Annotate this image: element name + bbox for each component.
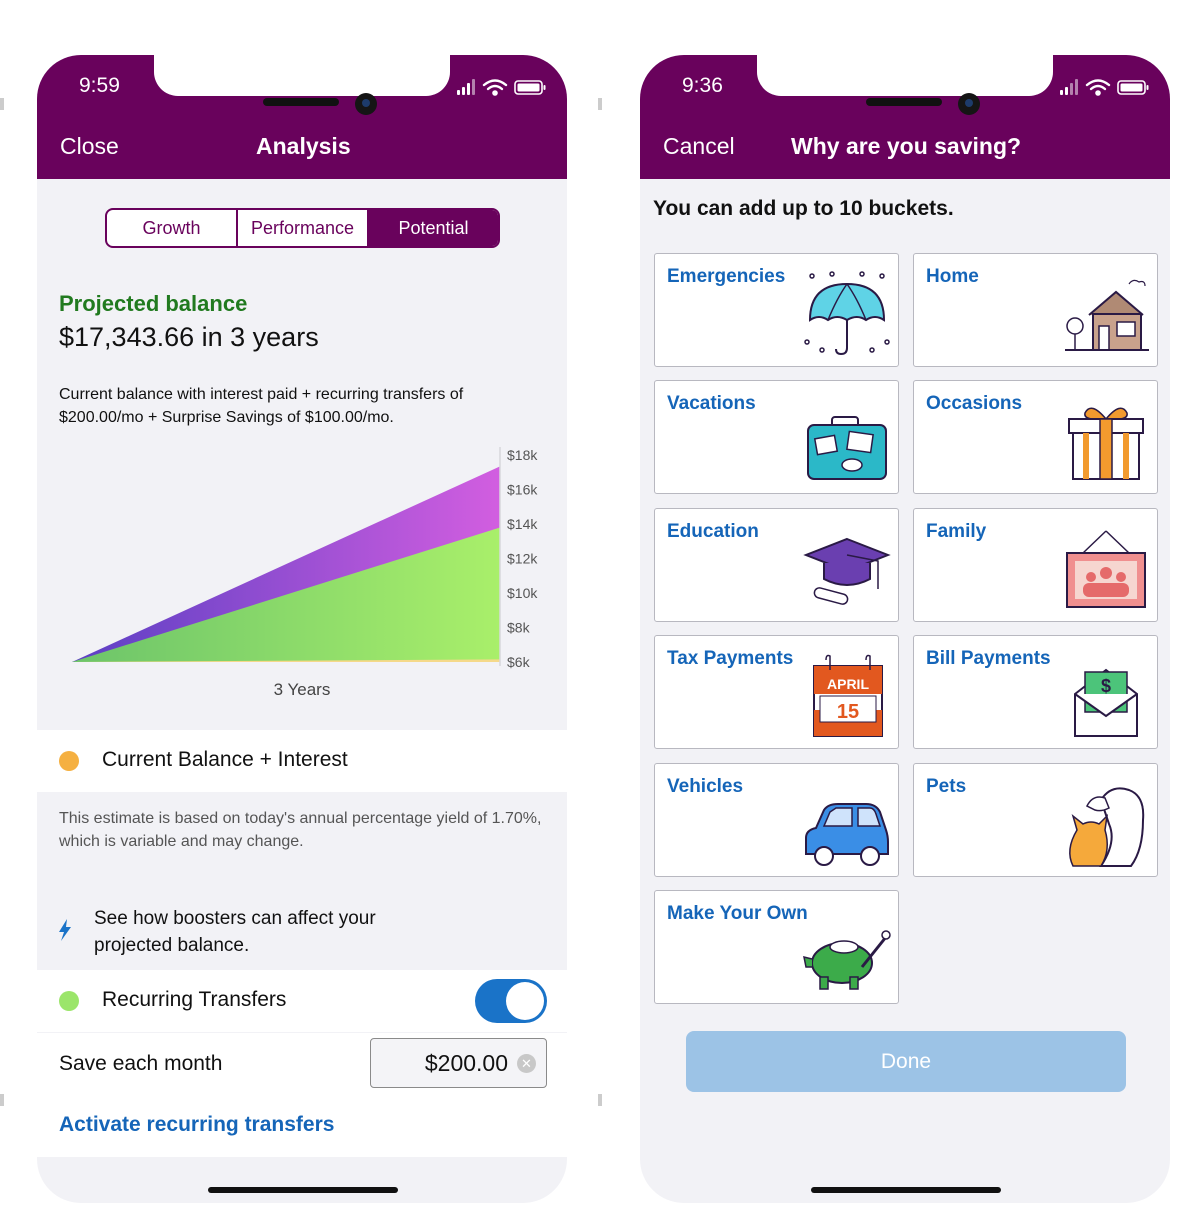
y-tick-label: $8k <box>507 620 531 636</box>
save-each-month-label: Save each month <box>59 1052 223 1075</box>
device-notch <box>757 55 1053 96</box>
boosters-text: See how boosters can affect your project… <box>94 908 376 956</box>
bucket-label: Vacations <box>667 393 756 414</box>
device-notch <box>154 55 450 96</box>
speaker <box>866 98 942 106</box>
svg-text:$: $ <box>1101 676 1111 696</box>
camera <box>355 93 377 115</box>
speaker <box>263 98 339 106</box>
legend-row-current: Current Balance + Interest <box>37 730 567 792</box>
projected-balance-amount: $17,343.66 in 3 years <box>59 322 319 352</box>
recurring-transfers-toggle[interactable] <box>475 979 547 1023</box>
pets-icon <box>1069 787 1145 867</box>
house-icon <box>1065 279 1149 351</box>
projected-balance-label: Projected balance <box>59 291 248 316</box>
home-indicator <box>208 1187 398 1193</box>
y-tick-label: $18k <box>507 447 538 463</box>
bucket-card-occasions[interactable]: Occasions <box>913 380 1158 494</box>
lightning-bolt-icon <box>59 919 71 941</box>
status-time: 9:36 <box>682 74 723 97</box>
cancel-button[interactable]: Cancel <box>663 133 735 160</box>
bucket-label: Bill Payments <box>926 648 1051 669</box>
suitcase-icon <box>807 416 887 480</box>
bucket-card-vacations[interactable]: Vacations <box>654 380 899 494</box>
bucket-card-education[interactable]: Education <box>654 508 899 622</box>
tab-potential[interactable]: Potential <box>367 210 498 246</box>
bucket-card-pets[interactable]: Pets <box>913 763 1158 877</box>
umbrella-icon <box>804 271 890 356</box>
piggy-bank-icon <box>803 930 891 990</box>
recurring-transfers-label: Recurring Transfers <box>102 988 287 1011</box>
bill-envelope-icon: $ <box>1074 668 1138 737</box>
calendar-day: 15 <box>837 701 859 723</box>
bucket-card-vehicles[interactable]: Vehicles <box>654 763 899 877</box>
car-icon <box>805 803 889 866</box>
bucket-card-family[interactable]: Family <box>913 508 1158 622</box>
bucket-label: Pets <box>926 776 967 797</box>
y-tick-label: $10k <box>507 585 538 601</box>
bucket-selection-screen: 9:36 Cancel Why are you saving? You can … <box>640 55 1170 1203</box>
legend-current-label: Current Balance + Interest <box>102 748 348 771</box>
wifi-icon <box>482 79 508 96</box>
bucket-card-tax-payments[interactable]: Tax Payments APRIL 15 <box>654 635 899 749</box>
status-icons <box>1060 79 1149 96</box>
segmented-control: Growth Performance Potential <box>105 208 500 248</box>
wifi-icon <box>1085 79 1111 96</box>
calendar-icon: APRIL 15 <box>813 654 883 737</box>
bucket-label: Education <box>667 521 759 542</box>
y-tick-label: $16k <box>507 482 538 498</box>
y-tick-label: $12k <box>507 551 538 567</box>
bucket-label: Make Your Own <box>667 903 808 924</box>
signal-icon <box>1060 79 1078 95</box>
tab-performance[interactable]: Performance <box>236 210 367 246</box>
tab-growth[interactable]: Growth <box>107 210 236 246</box>
status-time: 9:59 <box>79 74 120 97</box>
camera <box>958 93 980 115</box>
clear-icon[interactable]: ✕ <box>517 1054 536 1073</box>
bucket-card-emergencies[interactable]: Emergencies <box>654 253 899 367</box>
bucket-card-home[interactable]: Home <box>913 253 1158 367</box>
home-indicator <box>811 1187 1001 1193</box>
activate-recurring-transfers-link[interactable]: Activate recurring transfers <box>59 1113 334 1137</box>
orange-legend-dot <box>59 751 79 771</box>
bucket-card-bill-payments[interactable]: Bill Payments $ <box>913 635 1158 749</box>
bucket-card-make-your-own[interactable]: Make Your Own <box>654 890 899 1004</box>
green-legend-dot <box>59 991 79 1011</box>
calendar-month: APRIL <box>827 676 869 692</box>
page-title: Analysis <box>256 133 351 159</box>
bucket-label: Home <box>926 266 979 287</box>
save-amount-input[interactable]: $200.00 ✕ <box>370 1038 547 1088</box>
bucket-label: Vehicles <box>667 776 744 797</box>
save-amount-value: $200.00 <box>424 1050 508 1076</box>
x-axis-label: 3 Years <box>274 680 331 699</box>
close-button[interactable]: Close <box>60 133 119 160</box>
recurring-transfers-row: Recurring Transfers <box>37 970 567 1032</box>
bucket-label: Tax Payments <box>667 648 794 669</box>
edge-mark <box>0 98 4 110</box>
bucket-label: Emergencies <box>667 266 786 287</box>
analysis-screen: 9:59 Close Analysis Growth Performance P… <box>37 55 567 1203</box>
y-tick-label: $6k <box>507 654 531 670</box>
family-photo-icon <box>1066 530 1146 608</box>
edge-mark <box>598 98 602 110</box>
projection-description: Current balance with interest paid + rec… <box>59 386 464 426</box>
edge-mark <box>0 1094 4 1106</box>
y-tick-label: $14k <box>507 516 538 532</box>
graduation-cap-icon <box>803 537 891 605</box>
projection-chart: $18k $16k $14k $12k $10k $8k $6k 3 Years <box>72 447 538 699</box>
battery-icon <box>514 80 546 95</box>
bucket-label: Family <box>926 521 987 542</box>
edge-mark <box>598 1094 602 1106</box>
bucket-label: Occasions <box>926 393 1023 414</box>
page-title: Why are you saving? <box>791 133 1022 159</box>
gift-icon <box>1068 407 1144 480</box>
battery-icon <box>1117 80 1149 95</box>
done-button[interactable]: Done <box>686 1031 1126 1092</box>
estimate-note: This estimate is based on today's annual… <box>59 810 542 850</box>
intro-text: You can add up to 10 buckets. <box>653 197 954 220</box>
signal-icon <box>457 79 475 95</box>
status-icons <box>457 79 546 96</box>
